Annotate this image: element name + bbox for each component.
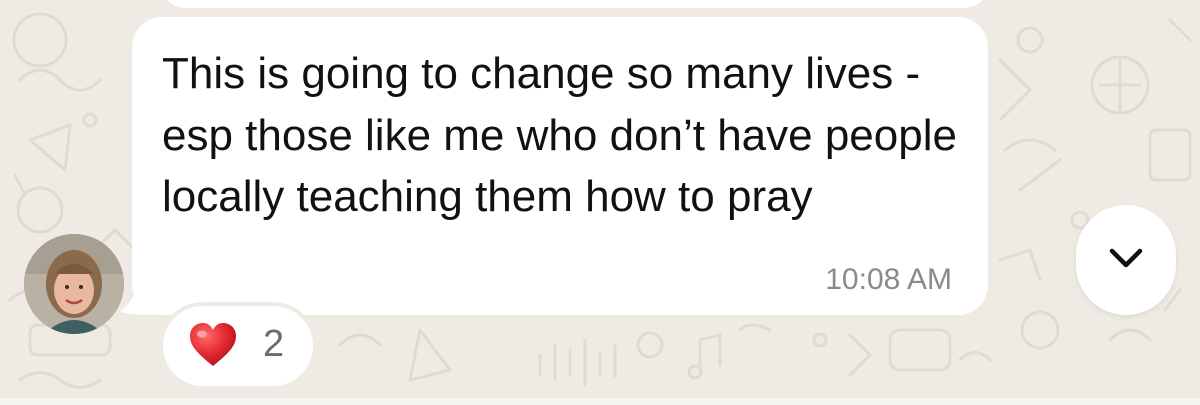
previous-message-bubble bbox=[160, 0, 990, 8]
reaction-pill[interactable]: 2 bbox=[163, 306, 313, 386]
message-text: This is going to change so many lives - … bbox=[162, 49, 957, 221]
avatar-photo bbox=[24, 234, 124, 334]
message-timestamp: 10:08 AM bbox=[825, 263, 952, 296]
chevron-down-icon bbox=[1109, 248, 1143, 268]
bottom-edge bbox=[0, 398, 1200, 405]
message-bubble[interactable]: This is going to change so many lives - … bbox=[132, 17, 988, 315]
avatar[interactable] bbox=[24, 234, 124, 334]
reaction-count: 2 bbox=[263, 323, 285, 365]
scroll-to-bottom-button[interactable] bbox=[1076, 205, 1176, 315]
heart-icon bbox=[190, 323, 236, 366]
